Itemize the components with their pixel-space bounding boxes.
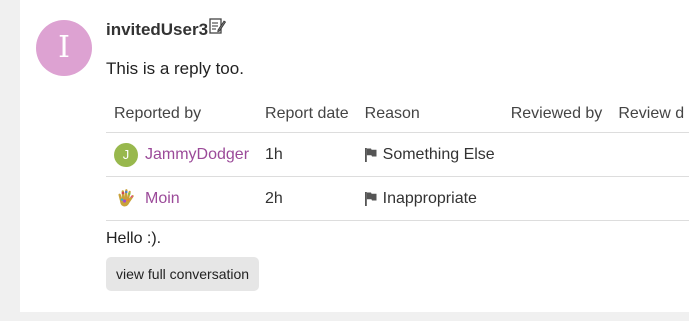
- reviewed-by-cell: [502, 176, 611, 221]
- table-header-row: Reported by Report date Reason Reviewed …: [106, 96, 689, 133]
- table-row: Moin 2h Inappropriate: [106, 176, 689, 221]
- user-avatar[interactable]: I: [36, 20, 92, 76]
- reviewed-by-cell: [502, 132, 611, 177]
- reply-body: Hello :).: [106, 230, 162, 247]
- post-username[interactable]: invitedUser3: [106, 20, 208, 40]
- flag-icon: [364, 191, 377, 206]
- column-header-reported-by: Reported by: [106, 96, 258, 133]
- reporter-link[interactable]: Moin: [145, 190, 180, 208]
- column-header-reason: Reason: [356, 96, 503, 133]
- reporter-cell: J JammyDodger: [106, 132, 258, 177]
- column-header-review-date: Review d: [610, 96, 689, 133]
- view-full-conversation-button[interactable]: view full conversation: [106, 257, 260, 291]
- hand-avatar-icon[interactable]: [114, 187, 138, 211]
- review-date-cell: [610, 176, 689, 221]
- reason-cell: Something Else: [356, 132, 503, 177]
- table-row: J JammyDodger 1h Something Else: [106, 132, 689, 177]
- post-card: I invitedUser3 This is a reply too. Repo…: [20, 0, 689, 312]
- reporter-avatar[interactable]: J: [114, 142, 138, 167]
- reason-text: Inappropriate: [382, 189, 477, 207]
- flag-icon: [364, 147, 377, 162]
- column-header-report-date: Report date: [257, 96, 357, 133]
- report-date-cell: 2h: [257, 176, 357, 221]
- edit-icon[interactable]: [208, 17, 226, 35]
- report-date-cell: 1h: [257, 132, 357, 177]
- reason-cell: Inappropriate: [356, 176, 503, 221]
- reporter-link[interactable]: JammyDodger: [145, 146, 249, 164]
- reports-table: Reported by Report date Reason Reviewed …: [106, 96, 689, 221]
- reason-text: Something Else: [382, 145, 495, 163]
- review-date-cell: [610, 132, 689, 177]
- post-body: This is a reply too.: [106, 59, 244, 78]
- column-header-reviewed-by: Reviewed by: [502, 96, 611, 133]
- reporter-cell: Moin: [106, 176, 258, 221]
